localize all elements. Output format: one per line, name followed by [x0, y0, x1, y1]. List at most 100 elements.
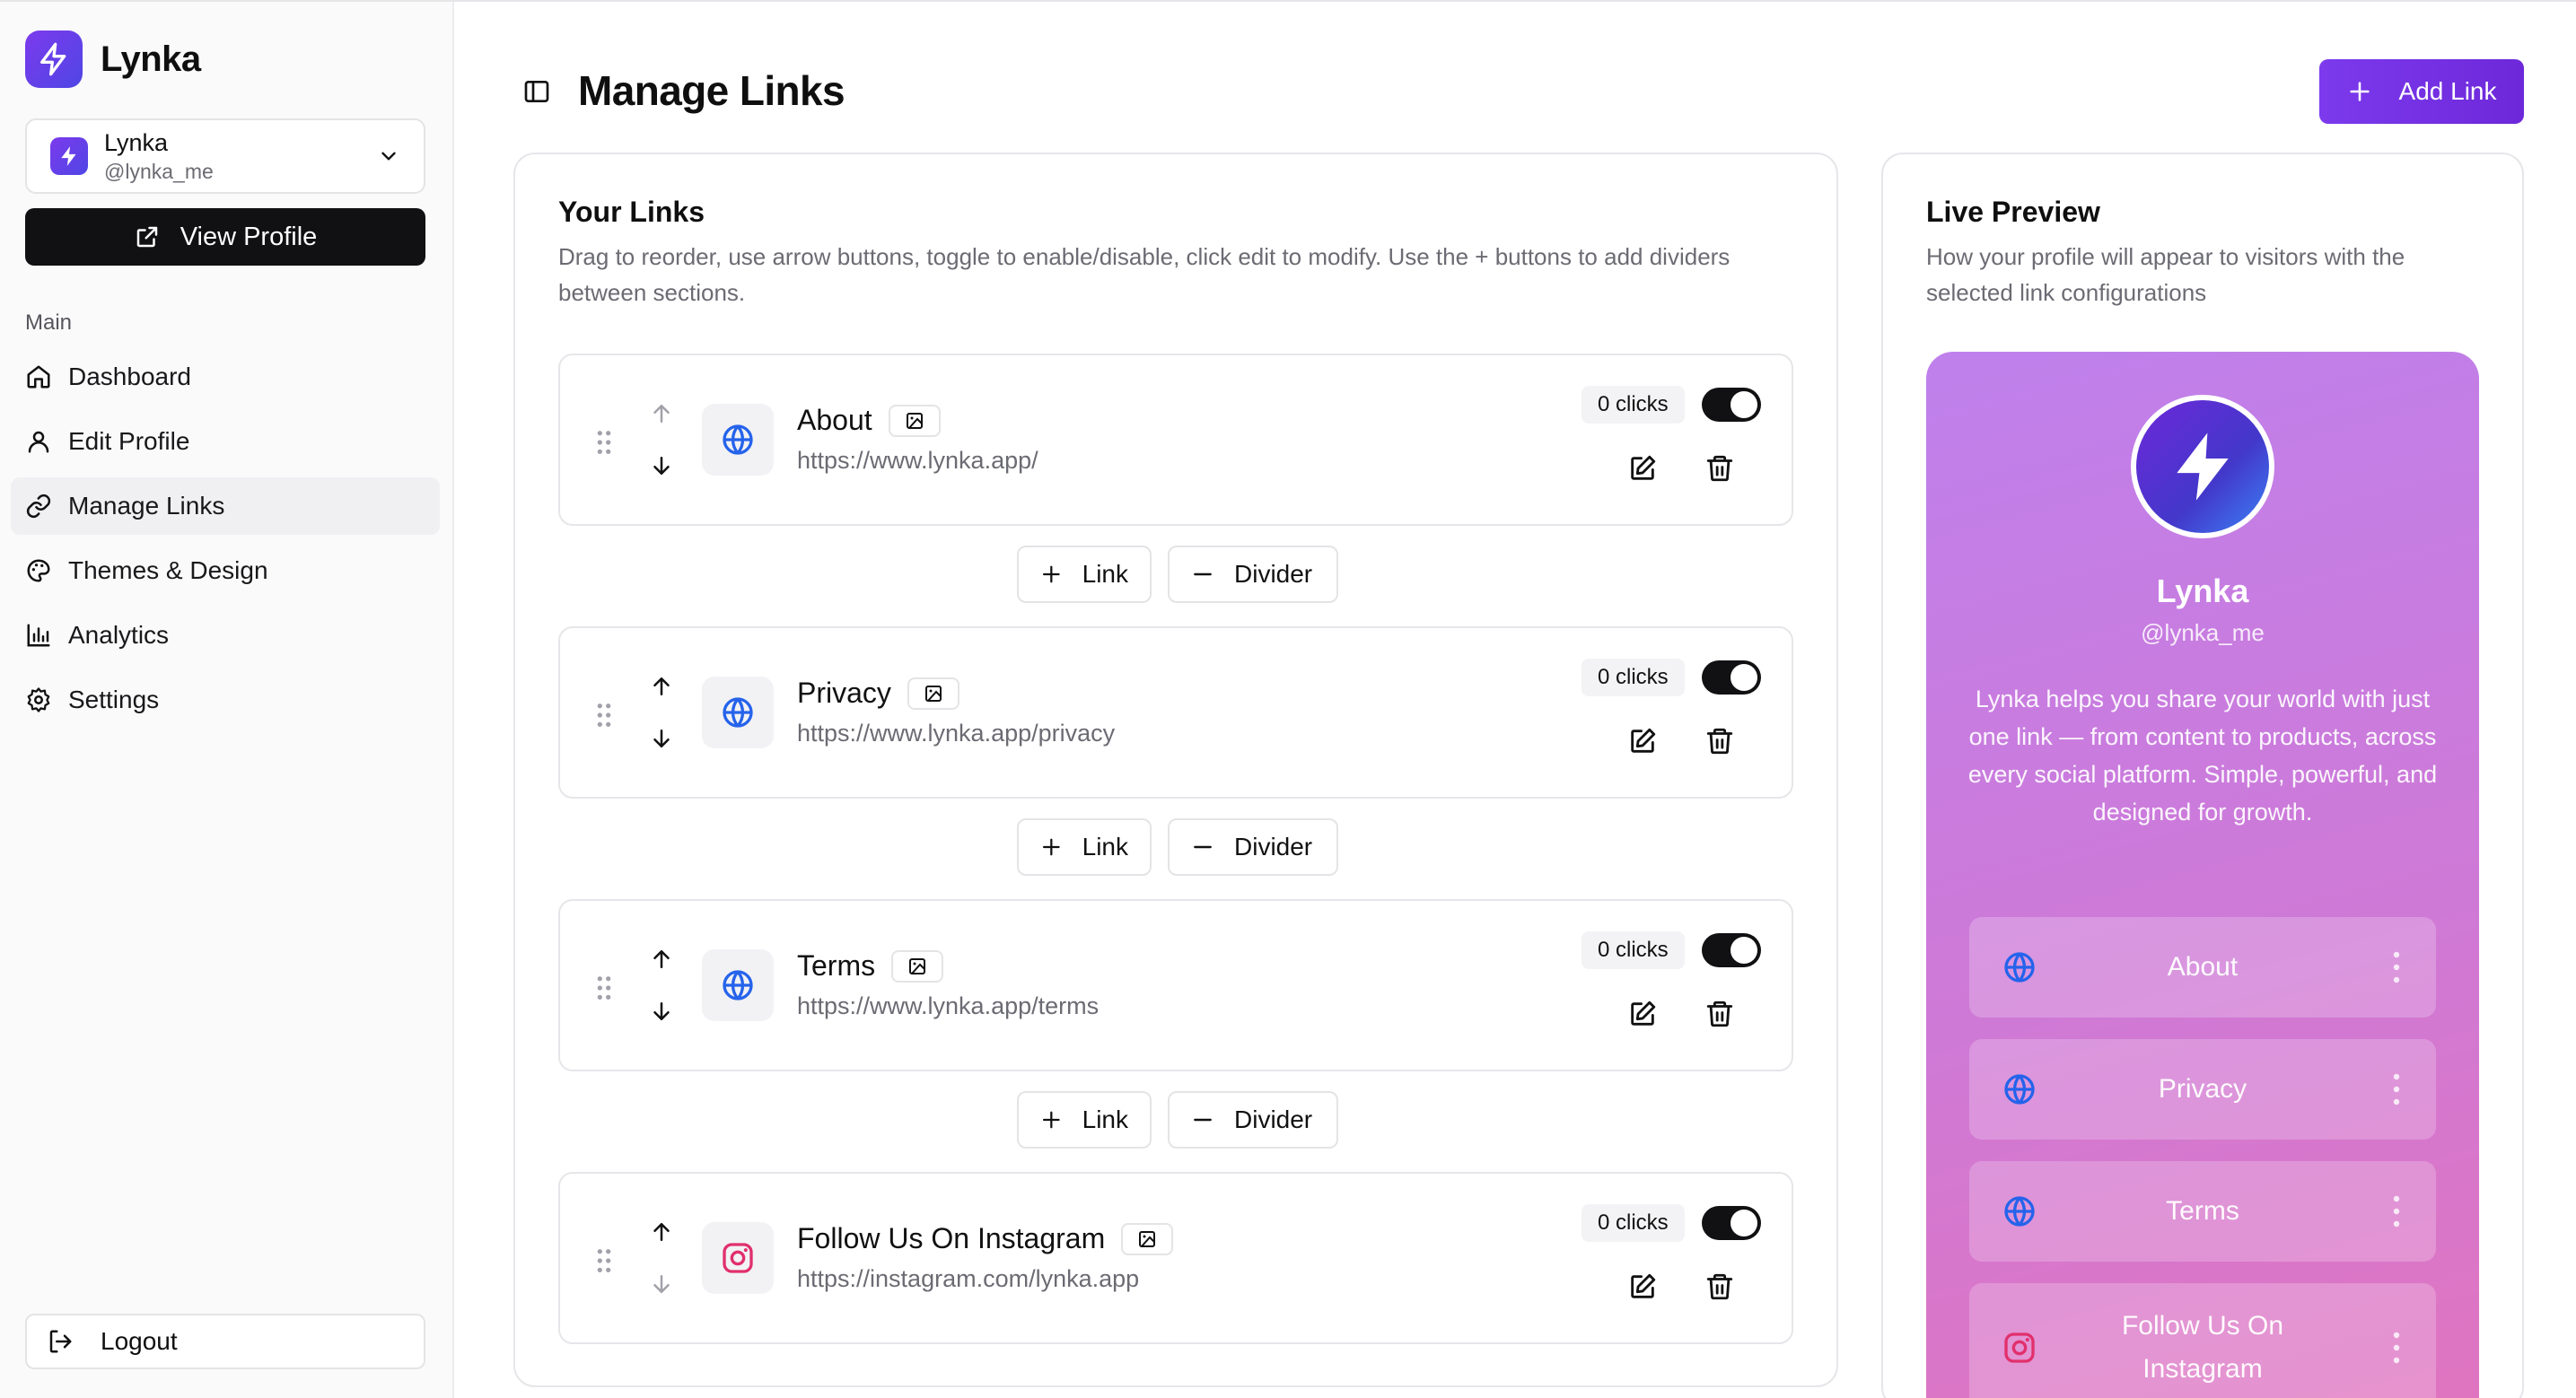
add-link-inline-button[interactable]: Link [1017, 1091, 1152, 1149]
link-item[interactable]: About https://www.lynka.app/ 0 clicks [558, 354, 1793, 526]
sidebar-item-label: Edit Profile [68, 427, 190, 455]
more-vertical-icon[interactable] [2393, 1332, 2400, 1364]
arrow-up-icon [653, 405, 670, 423]
image-icon[interactable] [907, 677, 959, 710]
edit-button[interactable] [1623, 994, 1662, 1034]
delete-button[interactable] [1700, 449, 1739, 488]
minus-icon [1194, 1118, 1212, 1122]
add-divider-label: Divider [1234, 1105, 1313, 1133]
chevron-down-icon [381, 152, 396, 161]
add-divider-button[interactable]: Divider [1168, 1091, 1338, 1149]
link-url: https://www.lynka.app/ [797, 447, 1038, 474]
plus-icon [1042, 565, 1060, 583]
home-icon [27, 365, 50, 389]
link-icon-box [702, 949, 774, 1021]
preview-link-button[interactable]: Follow Us On Instagram [1969, 1283, 2436, 1398]
instagram-icon [723, 1243, 753, 1273]
plus-icon [2349, 82, 2370, 101]
edit-button[interactable] [1623, 449, 1662, 488]
lightning-logo-icon [25, 31, 83, 88]
add-link-inline-button[interactable]: Link [1017, 546, 1152, 603]
links-card-description: Drag to reorder, use arrow buttons, togg… [558, 243, 1730, 306]
brand[interactable]: Lynka [25, 31, 201, 88]
preview-card-title: Live Preview [1926, 196, 2100, 228]
profile-switcher[interactable]: Lynka @lynka_me [25, 118, 425, 194]
adder-row: Link Divider [515, 1091, 1840, 1149]
preview-link-label: Follow Us On Instagram [2121, 1311, 2284, 1384]
logout-label: Logout [101, 1327, 178, 1355]
clicks-badge: 0 clicks [1582, 386, 1685, 424]
arrow-down-icon [653, 1002, 670, 1020]
add-link-inline-label: Link [1082, 560, 1128, 588]
sidebar-item-edit-profile[interactable]: Edit Profile [11, 413, 440, 470]
add-link-button[interactable]: Add Link [2319, 59, 2524, 124]
minus-icon [1194, 572, 1212, 576]
view-profile-label: View Profile [180, 222, 318, 251]
globe-icon [2004, 1196, 2035, 1227]
sidebar-item-label: Manage Links [68, 492, 225, 520]
more-vertical-icon[interactable] [2393, 951, 2400, 983]
preview-link-button[interactable]: Privacy [1969, 1039, 2436, 1140]
sidebar-item-settings[interactable]: Settings [11, 671, 440, 729]
add-link-inline-button[interactable]: Link [1017, 818, 1152, 876]
link-url: https://www.lynka.app/privacy [797, 720, 1116, 747]
sidebar-item-manage-links[interactable]: Manage Links [11, 477, 440, 535]
more-vertical-icon[interactable] [2393, 1195, 2400, 1228]
edit-button[interactable] [1623, 1267, 1662, 1306]
move-up-button[interactable] [648, 1219, 675, 1250]
more-vertical-icon[interactable] [2393, 1073, 2400, 1105]
enable-toggle[interactable] [1702, 660, 1761, 695]
enable-toggle[interactable] [1702, 933, 1761, 967]
globe-icon [2004, 1074, 2035, 1105]
enable-toggle[interactable] [1702, 1206, 1761, 1240]
sidebar-item-analytics[interactable]: Analytics [11, 607, 440, 664]
add-link-inline-label: Link [1082, 1105, 1128, 1133]
move-down-button[interactable] [648, 725, 675, 756]
globe-icon [723, 424, 753, 455]
link-icon-box [702, 677, 774, 748]
move-up-button[interactable] [648, 946, 675, 977]
sidebar-item-dashboard[interactable]: Dashboard [11, 348, 440, 406]
logout-button[interactable]: Logout [25, 1314, 425, 1369]
preview-link-button[interactable]: About [1969, 917, 2436, 1018]
delete-button[interactable] [1700, 994, 1739, 1034]
live-preview-card: Live Preview How your profile will appea… [1881, 153, 2524, 1398]
preview-card-description: How your profile will appear to visitors… [1926, 243, 2405, 306]
add-divider-button[interactable]: Divider [1168, 818, 1338, 876]
add-divider-button[interactable]: Divider [1168, 546, 1338, 603]
delete-button[interactable] [1700, 721, 1739, 761]
preview-link-label: About [2167, 952, 2239, 982]
move-down-button[interactable] [648, 998, 675, 1029]
image-icon[interactable] [888, 404, 941, 437]
sidebar-toggle-button[interactable] [521, 75, 553, 108]
move-up-button[interactable] [648, 673, 675, 704]
preview-handle: @lynka_me [2141, 619, 2265, 646]
enable-toggle[interactable] [1702, 388, 1761, 422]
delete-button[interactable] [1700, 1267, 1739, 1306]
user-icon [28, 431, 49, 453]
adder-row: Link Divider [515, 546, 1840, 603]
arrow-up-icon [653, 950, 670, 968]
sidebar-item-themes-design[interactable]: Themes & Design [11, 542, 440, 599]
clicks-badge: 0 clicks [1582, 1204, 1685, 1242]
link-item[interactable]: Follow Us On Instagram https://instagram… [558, 1172, 1793, 1344]
view-profile-button[interactable]: View Profile [25, 208, 425, 266]
image-icon[interactable] [1121, 1222, 1174, 1255]
move-up-button[interactable] [648, 400, 675, 432]
plus-icon [1042, 838, 1060, 856]
move-down-button[interactable] [648, 1271, 675, 1302]
adder-row: Link Divider [515, 818, 1840, 876]
arrow-up-icon [653, 1223, 670, 1241]
image-icon[interactable] [891, 949, 944, 983]
drag-handle-icon[interactable] [594, 974, 614, 1006]
edit-button[interactable] [1623, 721, 1662, 761]
drag-handle-icon[interactable] [594, 429, 614, 460]
drag-handle-icon[interactable] [594, 702, 614, 733]
preview-link-button[interactable]: Terms [1969, 1161, 2436, 1262]
link-item[interactable]: Privacy https://www.lynka.app/privacy 0 … [558, 626, 1793, 799]
sidebar-item-label: Themes & Design [68, 556, 268, 584]
move-down-button[interactable] [648, 452, 675, 484]
drag-handle-icon[interactable] [594, 1247, 614, 1279]
link-item[interactable]: Terms https://www.lynka.app/terms 0 clic… [558, 899, 1793, 1071]
logout-icon [49, 1330, 72, 1353]
